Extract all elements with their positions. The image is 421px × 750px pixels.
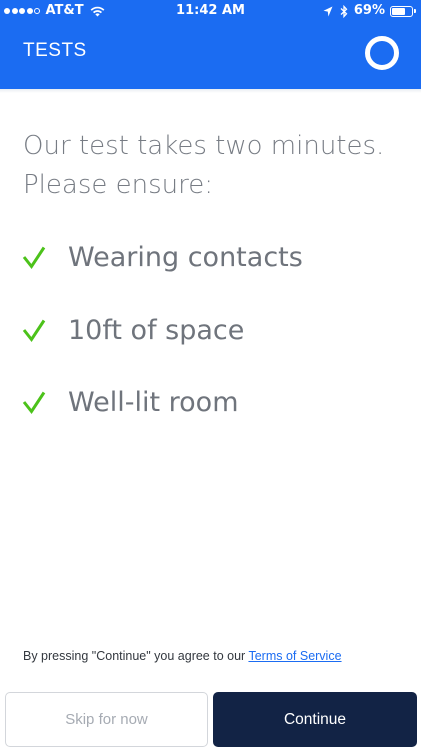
skip-button[interactable]: Skip for now [5, 692, 208, 747]
ring-icon[interactable] [365, 36, 399, 70]
battery-cap [414, 9, 416, 13]
bluetooth-icon [340, 4, 348, 18]
intro-text: Our test takes two minutes. Please ensur… [23, 127, 403, 205]
checklist-label: 10ft of space [68, 315, 245, 346]
battery-fill [392, 7, 406, 15]
checklist-item: 10ft of space [22, 314, 244, 348]
intro-line-1: Our test takes two minutes. [23, 131, 385, 161]
status-bar: AT&T 11:42 AM 69% [0, 0, 421, 22]
continue-button[interactable]: Continue [213, 692, 417, 747]
page-title: TESTS [23, 40, 87, 61]
checklist-item: Well-lit room [22, 386, 239, 420]
header-bar: AT&T 11:42 AM 69% TESTS [0, 0, 421, 89]
checklist-item: Wearing contacts [22, 241, 303, 275]
checklist-label: Well-lit room [68, 387, 239, 418]
check-icon [22, 391, 46, 415]
terms-of-service-link[interactable]: Terms of Service [248, 649, 341, 663]
check-icon [22, 246, 46, 270]
location-arrow-icon [323, 6, 333, 17]
battery-icon [390, 5, 413, 17]
checklist-label: Wearing contacts [68, 242, 303, 273]
check-icon [22, 319, 46, 343]
terms-prefix: By pressing "Continue" you agree to our [23, 649, 246, 663]
header-shadow [0, 89, 421, 93]
status-right: 69% [323, 0, 416, 22]
intro-line-2: Please ensure: [23, 170, 214, 200]
battery-percent: 69% [353, 3, 385, 18]
terms-notice: By pressing "Continue" you agree to our … [23, 649, 342, 663]
